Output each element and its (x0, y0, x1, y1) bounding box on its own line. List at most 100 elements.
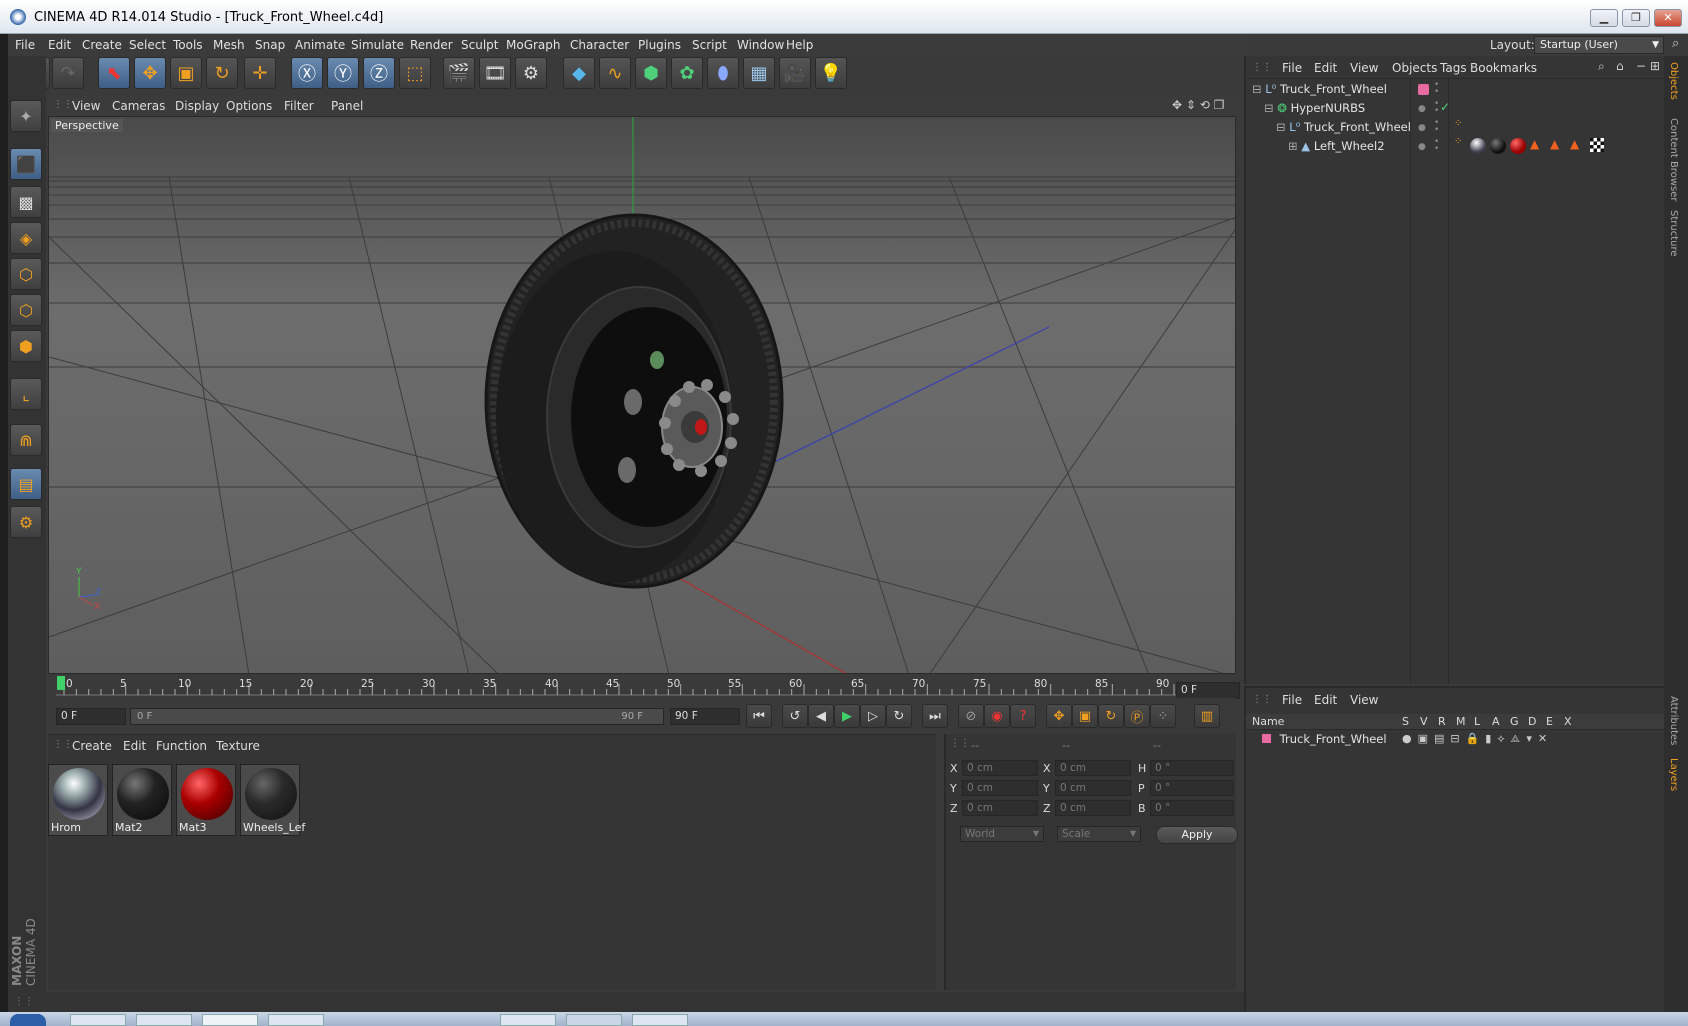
move-tool-icon[interactable]: ✥ (134, 57, 166, 89)
end-frame-field[interactable]: 90 F (670, 708, 740, 725)
tab-structure[interactable]: Structure (1668, 210, 1679, 257)
recent-tool-icon[interactable]: ✛ (244, 57, 276, 89)
next-key-icon[interactable]: ↻ (886, 704, 912, 728)
enabled-check-icon[interactable]: ✓ (1440, 100, 1450, 114)
menu-sculpt[interactable]: Sculpt (461, 38, 498, 52)
menu-mograph[interactable]: MoGraph (506, 38, 561, 52)
apply-button[interactable]: Apply (1156, 826, 1238, 844)
layer-col[interactable]: X (1564, 715, 1572, 728)
selection-tag-icon[interactable]: ▲ (1530, 137, 1539, 151)
workplane-lock-icon[interactable]: ▤ (10, 468, 42, 500)
current-frame-field[interactable]: 0 F (1176, 682, 1240, 699)
layer-color-swatch[interactable] (1262, 734, 1271, 743)
axis-mode-icon[interactable]: ⌞ (10, 378, 42, 410)
search-icon[interactable]: ⌕ (1598, 59, 1605, 74)
uvw-tag-icon[interactable] (1590, 138, 1604, 152)
phong-tag-icon[interactable]: ⁘ (1454, 136, 1462, 147)
tree-item-truck-front-wheel-child[interactable]: ⊟ L⁰ Truck_Front_Wheel (1276, 120, 1411, 138)
key-rotation-icon[interactable]: ↻ (1098, 704, 1124, 728)
menu-plugins[interactable]: Plugins (638, 38, 681, 52)
close-button[interactable]: ✕ (1654, 9, 1682, 27)
layer-col[interactable]: M (1456, 715, 1466, 728)
menu-animate[interactable]: Animate (295, 38, 345, 52)
layer-menu-file[interactable]: File (1282, 693, 1302, 707)
playhead-marker[interactable] (57, 676, 65, 690)
taskbar-item[interactable] (268, 1014, 324, 1026)
layer-menu-view[interactable]: View (1350, 693, 1378, 707)
floor-icon[interactable]: ▦ (743, 57, 775, 89)
polygons-mode-icon[interactable]: ⬢ (10, 330, 42, 362)
collapse-toggle-icon[interactable]: ⊟ (1276, 120, 1286, 134)
vp-menu-view[interactable]: View (72, 99, 100, 113)
y-axis-lock-icon[interactable]: Ⓨ (327, 57, 359, 89)
position-z-field[interactable]: 0 cm (962, 800, 1038, 816)
model-mode-icon[interactable]: ⬛ (10, 148, 42, 180)
obj-menu-objects[interactable]: Objects (1392, 61, 1437, 75)
collapse-toggle-icon[interactable]: ⊟ (1264, 101, 1274, 115)
3d-viewport[interactable]: Y ZX Perspective (48, 116, 1236, 674)
timeline-ruler[interactable] (48, 674, 1236, 696)
new-window-icon[interactable]: ⊞ (1650, 59, 1660, 73)
rotation-h-field[interactable]: 0 ° (1150, 760, 1234, 776)
obj-menu-view[interactable]: View (1350, 61, 1378, 75)
edges-mode-icon[interactable]: ⬡ (10, 294, 42, 326)
tab-objects[interactable]: Objects (1668, 62, 1679, 100)
go-to-end-icon[interactable]: ⏭ (922, 704, 948, 728)
layer-flag-icons[interactable]: ●▣▤⊟🔒▮⟡⟁▾✕ (1402, 732, 1553, 746)
next-frame-icon[interactable]: ▷ (860, 704, 886, 728)
menu-render[interactable]: Render (410, 38, 453, 52)
maximize-button[interactable]: ❐ (1622, 9, 1650, 27)
x-axis-lock-icon[interactable]: Ⓧ (291, 57, 323, 89)
taskbar-item[interactable] (202, 1014, 258, 1026)
home-icon[interactable]: ⌂ (1616, 59, 1624, 73)
material-tag-black[interactable] (1490, 138, 1506, 154)
key-scale-icon[interactable]: ▣ (1072, 704, 1098, 728)
light-icon[interactable]: 💡 (815, 57, 847, 89)
tab-layers[interactable]: Layers (1668, 758, 1679, 791)
obj-menu-edit[interactable]: Edit (1314, 61, 1337, 75)
material-tag-red[interactable] (1510, 138, 1526, 154)
autokey-icon[interactable]: ◉ (984, 704, 1010, 728)
position-y-field[interactable]: 0 cm (962, 780, 1038, 796)
layer-col[interactable]: D (1528, 715, 1536, 728)
material-tag-chrome[interactable] (1470, 138, 1486, 154)
visibility-dots[interactable]: • • (1434, 138, 1439, 154)
tree-item-hypernurbs[interactable]: ⊟ ❂ HyperNURBS (1264, 101, 1365, 119)
layer-col[interactable]: S (1402, 715, 1409, 728)
material-swatch-hrom[interactable]: Hrom (48, 764, 108, 836)
visibility-dots[interactable]: • • (1434, 100, 1439, 116)
solo-icon[interactable]: ⚙ (10, 506, 42, 538)
menu-tools[interactable]: Tools (173, 38, 203, 52)
coord-mode-dropdown[interactable]: World ▼ (960, 826, 1044, 842)
layer-col[interactable]: L (1474, 715, 1480, 728)
previous-key-icon[interactable]: ↺ (782, 704, 808, 728)
coordinate-system-icon[interactable]: ⬚ (399, 57, 431, 89)
z-axis-lock-icon[interactable]: Ⓩ (363, 57, 395, 89)
render-view-icon[interactable]: 🎬 (443, 57, 475, 89)
obj-menu-tags[interactable]: Tags (1440, 61, 1467, 75)
collapse-icon[interactable]: − (1636, 59, 1646, 73)
layer-row[interactable]: Truck_Front_Wheel (1262, 732, 1387, 750)
rotation-b-field[interactable]: 0 ° (1150, 800, 1234, 816)
key-position-icon[interactable]: ✥ (1046, 704, 1072, 728)
size-mode-dropdown[interactable]: Scale ▼ (1057, 826, 1141, 842)
deformer-icon[interactable]: ⬮ (707, 57, 739, 89)
go-to-start-icon[interactable]: ⏮ (746, 704, 772, 728)
make-editable-icon[interactable]: ✦ (10, 100, 42, 132)
layer-col[interactable]: E (1546, 715, 1553, 728)
truck-wheel-model[interactable] (484, 213, 784, 589)
visibility-dots[interactable]: • • (1434, 81, 1439, 97)
layer-menu-edit[interactable]: Edit (1314, 693, 1337, 707)
layer-col[interactable]: G (1510, 715, 1519, 728)
texture-mode-icon[interactable]: ▩ (10, 186, 42, 218)
render-settings-icon[interactable]: ⚙ (515, 57, 547, 89)
visibility-dots[interactable]: • • (1434, 119, 1439, 135)
size-x-field[interactable]: 0 cm (1055, 760, 1131, 776)
frame-range-slider[interactable]: 0 F 90 F (130, 708, 664, 725)
taskbar-item[interactable] (632, 1014, 688, 1026)
render-picture-viewer-icon[interactable]: 🎞 (479, 57, 511, 89)
workplane-mode-icon[interactable]: ◈ (10, 222, 42, 254)
vp-menu-options[interactable]: Options (226, 99, 272, 113)
select-tool-icon[interactable]: ⬉ (98, 57, 130, 89)
play-icon[interactable]: ▶ (834, 704, 860, 728)
